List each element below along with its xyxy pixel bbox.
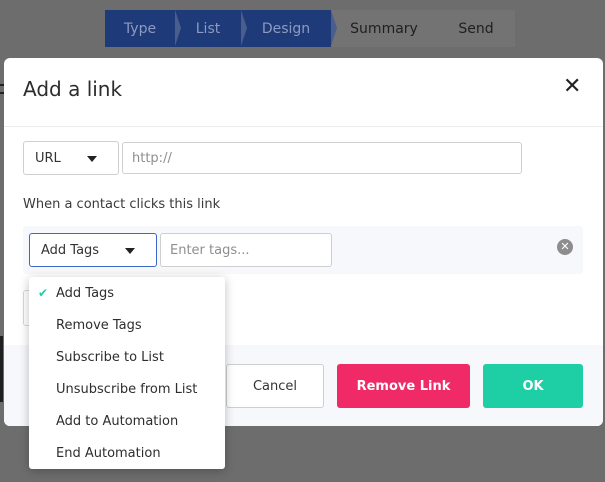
action-select-value: Add Tags [41, 242, 100, 258]
step-label: Summary [350, 20, 418, 37]
checkmark-icon: ✔ [38, 286, 49, 300]
step-label: List [195, 20, 221, 37]
ok-button[interactable]: OK [483, 364, 583, 408]
link-type-select[interactable]: URL [23, 141, 119, 175]
header-divider [4, 126, 603, 127]
tags-input[interactable]: Enter tags... [160, 233, 332, 267]
step-design[interactable]: Design [241, 10, 337, 47]
background-panel-edge [0, 336, 3, 402]
click-action-row: Add Tags Enter tags... ✕ [23, 226, 583, 274]
url-input[interactable]: http:// [122, 142, 522, 174]
step-label: Type [123, 20, 157, 37]
clear-circle-icon[interactable]: ✕ [557, 239, 573, 255]
cancel-button[interactable]: Cancel [226, 364, 324, 408]
menu-item-remove-tags[interactable]: Remove Tags [56, 318, 142, 333]
step-list[interactable]: List [175, 10, 247, 47]
menu-item-add-to-automation[interactable]: Add to Automation [56, 414, 178, 429]
wizard-stepper: Type List Design Summary Send [105, 10, 515, 47]
url-placeholder: http:// [132, 150, 172, 166]
action-dropdown-menu: ✔ Add Tags Remove Tags Subscribe to List… [29, 277, 225, 469]
action-select[interactable]: Add Tags [29, 233, 157, 267]
step-send[interactable]: Send [437, 10, 515, 47]
menu-item-unsubscribe-from-list[interactable]: Unsubscribe from List [56, 382, 197, 397]
link-type-value: URL [35, 150, 61, 166]
chevron-down-icon [87, 156, 97, 162]
menu-item-subscribe-to-list[interactable]: Subscribe to List [56, 350, 164, 365]
close-icon[interactable]: ✕ [563, 76, 581, 98]
chevron-down-icon [125, 248, 135, 254]
step-label: Design [261, 20, 311, 37]
step-label: Send [458, 20, 494, 37]
step-summary[interactable]: Summary [331, 10, 437, 47]
tags-placeholder: Enter tags... [170, 242, 250, 258]
menu-item-end-automation[interactable]: End Automation [56, 446, 161, 461]
step-type[interactable]: Type [105, 10, 181, 47]
modal-title: Add a link [23, 77, 123, 101]
click-action-label: When a contact clicks this link [23, 197, 221, 212]
menu-item-add-tags[interactable]: Add Tags [56, 286, 114, 301]
remove-link-button[interactable]: Remove Link [337, 364, 470, 408]
